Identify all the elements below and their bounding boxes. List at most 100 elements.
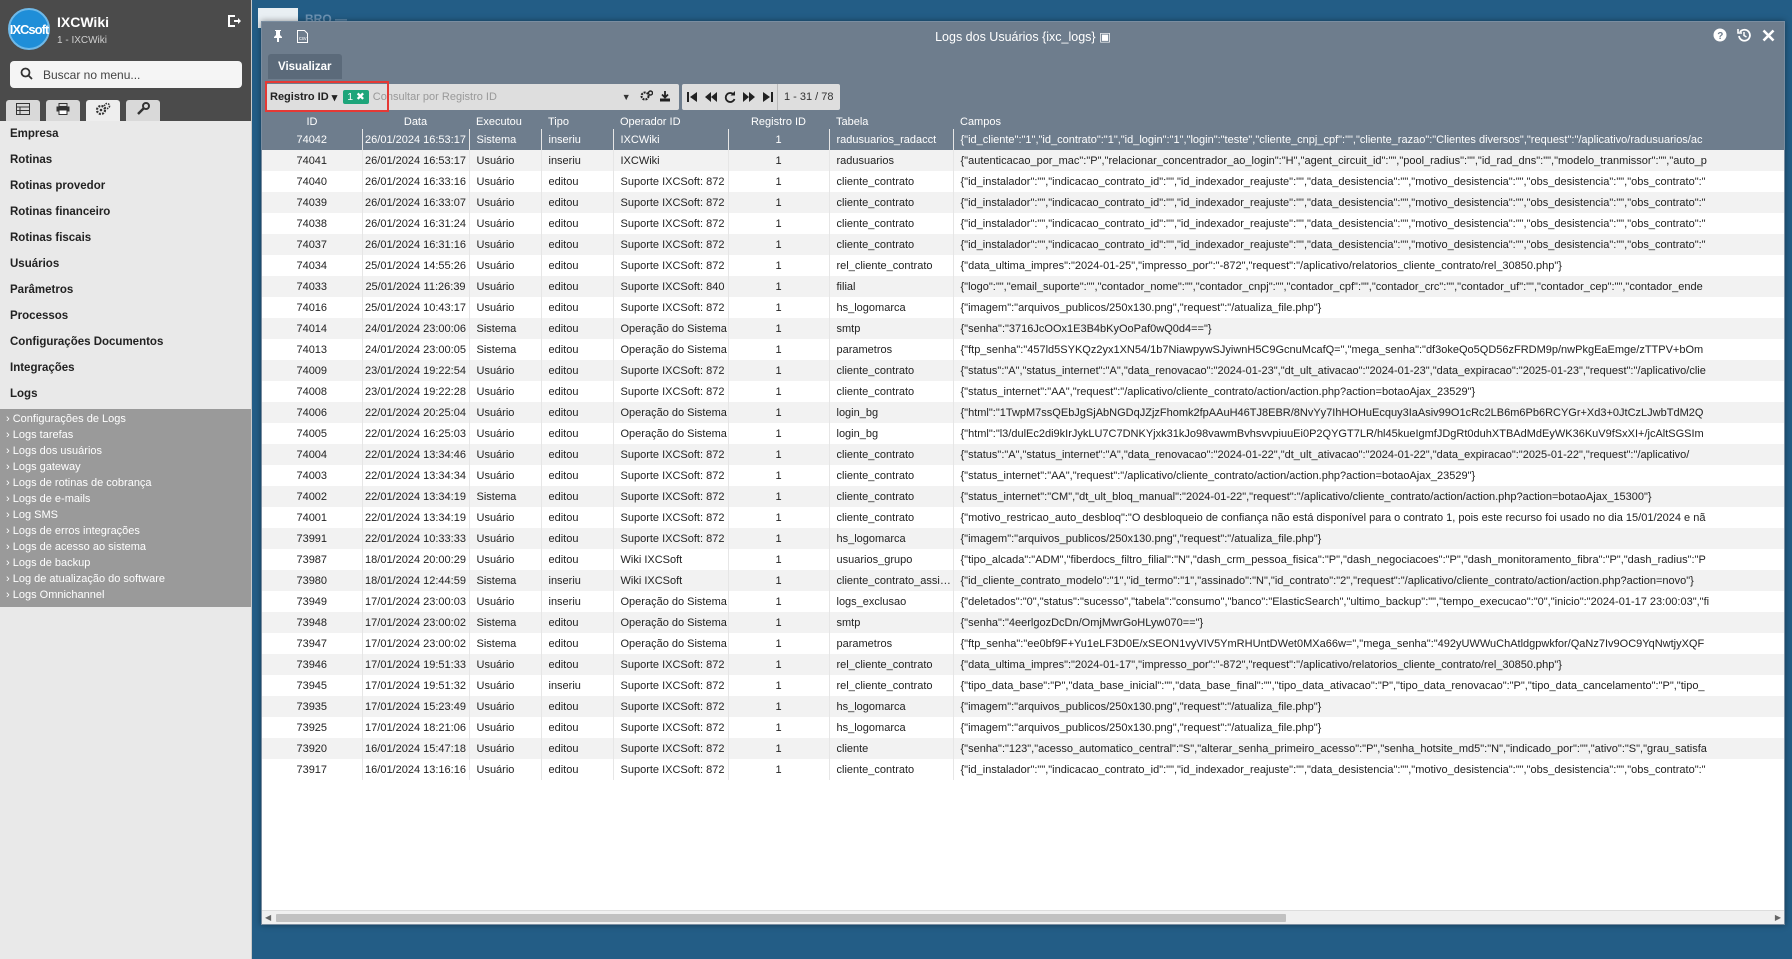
sidebar-tab-print[interactable] <box>46 100 80 121</box>
search-input[interactable] <box>43 67 233 82</box>
horizontal-scrollbar[interactable]: ◀ ▶ <box>262 910 1784 924</box>
table-row[interactable]: 74003 22/01/2024 13:34:34 Usuário editou Sup… <box>262 465 1784 486</box>
table-row[interactable]: 73935 17/01/2024 15:23:49 Usuário editou Sup… <box>262 696 1784 717</box>
prev-page-button[interactable] <box>701 84 720 110</box>
submenu-item[interactable]: Logs de erros integrações <box>0 523 251 539</box>
table-cell: 17/01/2024 23:00:03 <box>362 591 470 612</box>
submenu-item[interactable]: Log de atualização do software <box>0 571 251 587</box>
submenu-item[interactable]: Logs de e-mails <box>0 491 251 507</box>
submenu-item[interactable]: Logs de rotinas de cobrança <box>0 475 251 491</box>
table-cell: 17/01/2024 19:51:32 <box>362 675 470 696</box>
menu-item[interactable]: Processos <box>0 303 251 329</box>
table-cell: 22/01/2024 10:33:33 <box>362 528 470 549</box>
submenu-item[interactable]: Logs dos usuários <box>0 443 251 459</box>
table-row[interactable]: 73945 17/01/2024 19:51:32 Usuário inseriu Su… <box>262 675 1784 696</box>
menu-item[interactable]: Rotinas provedor <box>0 173 251 199</box>
close-icon[interactable] <box>1760 27 1776 43</box>
table-row[interactable]: 73947 17/01/2024 23:00:02 Sistema editou Ope… <box>262 633 1784 654</box>
table-row[interactable]: 74009 23/01/2024 19:22:54 Usuário editou Sup… <box>262 360 1784 381</box>
menu-item[interactable]: Rotinas fiscais <box>0 225 251 251</box>
table-cell: Suporte IXCSoft: 872 <box>613 675 729 696</box>
help-icon[interactable]: ? <box>1712 27 1728 43</box>
menu-item[interactable]: Integrações <box>0 355 251 381</box>
table-row[interactable]: 74038 26/01/2024 16:31:24 Usuário editou Sup… <box>262 213 1784 234</box>
menu-item[interactable]: Configurações Documentos <box>0 329 251 355</box>
submenu-item[interactable]: Logs de acesso ao sistema <box>0 539 251 555</box>
table-row[interactable]: 73925 17/01/2024 18:21:06 Usuário editou Sup… <box>262 717 1784 738</box>
filter-value-badge[interactable]: 1 ✖ <box>343 90 369 104</box>
table-row[interactable]: 74001 22/01/2024 13:34:19 Usuário editou Sup… <box>262 507 1784 528</box>
submenu-item[interactable]: Configurações de Logs <box>0 411 251 427</box>
table-row[interactable]: 74008 23/01/2024 19:22:28 Usuário editou Sup… <box>262 381 1784 402</box>
table-row[interactable]: 74033 25/01/2024 11:26:39 Usuário editou Sup… <box>262 276 1784 297</box>
table-row[interactable]: 73987 18/01/2024 20:00:29 Usuário editou Wik… <box>262 549 1784 570</box>
table-row[interactable]: 73980 18/01/2024 12:44:59 Sistema inseriu Wi… <box>262 570 1784 591</box>
menu-item[interactable]: Rotinas financeiro <box>0 199 251 225</box>
table-row[interactable]: 74042 26/01/2024 16:53:17 Sistema inseriu IX… <box>262 129 1784 150</box>
menu-item[interactable]: Rotinas <box>0 147 251 173</box>
next-page-button[interactable] <box>739 84 758 110</box>
tab-visualizar[interactable]: Visualizar <box>268 54 342 80</box>
sidebar-tab-tools[interactable] <box>126 100 160 121</box>
sidebar-tab-table[interactable] <box>6 100 40 121</box>
table-cell: Usuário <box>469 591 542 612</box>
filter-dropdown-icon[interactable]: ▼ <box>622 92 631 102</box>
scrollbar-thumb[interactable] <box>276 914 1286 922</box>
advanced-filter-icon[interactable] <box>640 89 653 105</box>
table-row[interactable]: 74016 25/01/2024 10:43:17 Usuário editou Sup… <box>262 297 1784 318</box>
menu-item[interactable]: Usuários <box>0 251 251 277</box>
column-header[interactable]: Data <box>362 114 469 129</box>
refresh-button[interactable] <box>720 84 739 110</box>
table-row[interactable]: 73949 17/01/2024 23:00:03 Usuário inseriu Op… <box>262 591 1784 612</box>
submenu-item[interactable]: Log SMS <box>0 507 251 523</box>
filter-field-select[interactable]: Registro ID ▾ <box>266 91 341 104</box>
table-row[interactable]: 74040 26/01/2024 16:33:16 Usuário editou Sup… <box>262 171 1784 192</box>
copy-icon[interactable]: ▣ <box>1099 30 1111 44</box>
table-row[interactable]: 74002 22/01/2024 13:34:19 Sistema editou Sup… <box>262 486 1784 507</box>
menu-item[interactable]: Logs <box>0 381 251 407</box>
table-row[interactable]: 73991 22/01/2024 10:33:33 Usuário editou Sup… <box>262 528 1784 549</box>
last-page-button[interactable] <box>758 84 777 110</box>
submenu-item[interactable]: Logs gateway <box>0 459 251 475</box>
table-row[interactable]: 74039 26/01/2024 16:33:07 Usuário editou Sup… <box>262 192 1784 213</box>
logout-icon[interactable] <box>227 14 243 30</box>
table-cell: Sistema <box>469 129 542 150</box>
export-icon[interactable] <box>659 90 671 105</box>
table-row[interactable]: 74005 22/01/2024 16:25:03 Usuário editou Ope… <box>262 423 1784 444</box>
table-row[interactable]: 73948 17/01/2024 23:00:02 Sistema editou Ope… <box>262 612 1784 633</box>
column-header[interactable]: Campos <box>953 114 1784 129</box>
menu-search[interactable] <box>10 61 242 88</box>
first-page-button[interactable] <box>682 84 701 110</box>
column-header[interactable]: ID <box>262 114 362 129</box>
table-row[interactable]: 74014 24/01/2024 23:00:06 Sistema editou Ope… <box>262 318 1784 339</box>
submenu-item[interactable]: Logs de backup <box>0 555 251 571</box>
main-menu: Empresa Rotinas Rotinas provedor Rotinas fi… <box>0 121 251 407</box>
column-header[interactable]: Tabela <box>829 114 953 129</box>
sidebar-tab-config[interactable] <box>86 100 120 121</box>
submenu-item[interactable]: Logs tarefas <box>0 427 251 443</box>
table-row[interactable]: 73917 16/01/2024 13:16:16 Usuário editou Sup… <box>262 759 1784 780</box>
table-row[interactable]: 73946 17/01/2024 19:51:33 Usuário editou Sup… <box>262 654 1784 675</box>
scroll-left-icon[interactable]: ◀ <box>265 913 271 922</box>
filter-search-input[interactable] <box>372 91 618 103</box>
table-cell: editou <box>541 444 614 465</box>
column-header[interactable]: Tipo <box>541 114 613 129</box>
table-row[interactable]: 74004 22/01/2024 13:34:46 Usuário editou Sup… <box>262 444 1784 465</box>
table-cell: editou <box>541 528 614 549</box>
remove-filter-icon[interactable]: ✖ <box>356 91 365 103</box>
menu-item[interactable]: Empresa <box>0 121 251 147</box>
table-row[interactable]: 73920 16/01/2024 15:47:18 Usuário editou Sup… <box>262 738 1784 759</box>
column-header[interactable]: Executou <box>469 114 541 129</box>
table-cell: {"id_instalador":"","indicacao_contrato_… <box>953 213 1784 234</box>
menu-item[interactable]: Parâmetros <box>0 277 251 303</box>
table-row[interactable]: 74037 26/01/2024 16:31:16 Usuário editou Sup… <box>262 234 1784 255</box>
column-header[interactable]: Registro ID <box>728 114 829 129</box>
history-icon[interactable] <box>1736 27 1752 43</box>
table-row[interactable]: 74041 26/01/2024 16:53:17 Usuário inseriu IX… <box>262 150 1784 171</box>
table-row[interactable]: 74013 24/01/2024 23:00:05 Sistema editou Ope… <box>262 339 1784 360</box>
table-row[interactable]: 74006 22/01/2024 20:25:04 Usuário editou Ope… <box>262 402 1784 423</box>
submenu-item[interactable]: Logs Omnichannel <box>0 587 251 603</box>
scroll-right-icon[interactable]: ▶ <box>1775 913 1781 922</box>
column-header[interactable]: Operador ID <box>613 114 728 129</box>
table-row[interactable]: 74034 25/01/2024 14:55:26 Usuário editou Sup… <box>262 255 1784 276</box>
